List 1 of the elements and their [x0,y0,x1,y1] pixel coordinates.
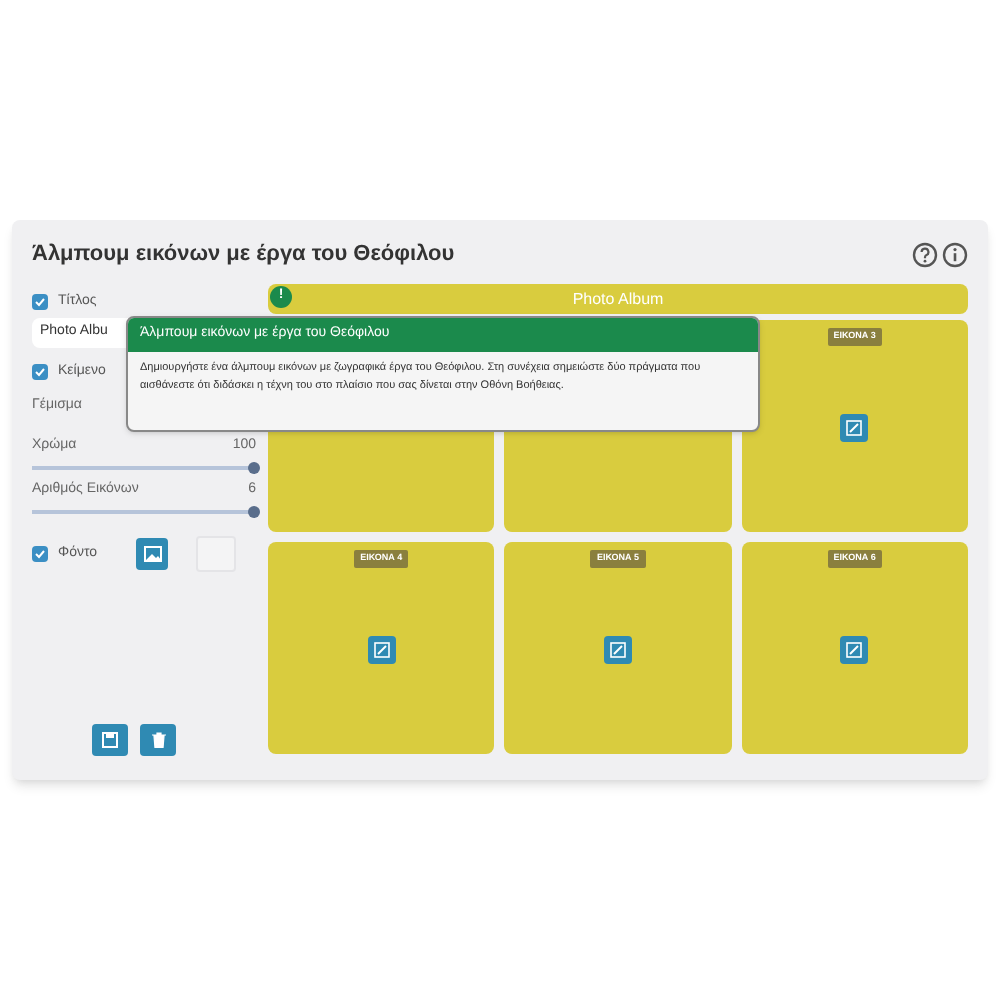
window-title: Άλμπουμ εικόνων με έργα του Θεόφιλου [32,239,455,270]
